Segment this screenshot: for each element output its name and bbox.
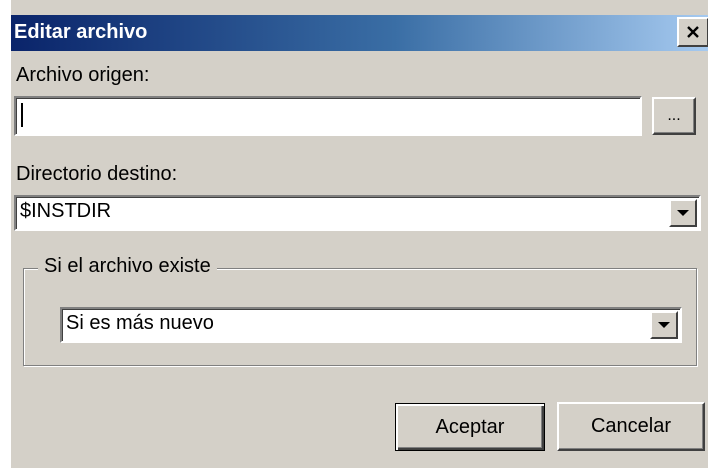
close-icon: [687, 26, 699, 38]
accept-button-label: Aceptar: [435, 415, 505, 438]
if-exists-select[interactable]: Si es más nuevo: [60, 307, 682, 343]
if-exists-dropdown-button[interactable]: [650, 311, 678, 339]
browse-button[interactable]: ...: [652, 97, 696, 135]
dest-dir-dropdown-button[interactable]: [669, 199, 697, 227]
edit-file-dialog: Editar archivo Archivo origen: ... Direc…: [10, 0, 708, 468]
dest-dir-value: $INSTDIR: [20, 200, 112, 222]
cancel-button-label: Cancelar: [590, 415, 672, 437]
if-exists-value: Si es más nuevo: [66, 312, 214, 334]
text-caret: [21, 103, 23, 127]
dest-dir-combobox[interactable]: $INSTDIR: [14, 195, 701, 231]
title-bar: Editar archivo: [11, 15, 708, 51]
dialog-title: Editar archivo: [14, 21, 148, 43]
close-button[interactable]: [677, 17, 708, 47]
if-exists-group-label: Si el archivo existe: [38, 255, 217, 278]
source-file-label: Archivo origen:: [16, 64, 150, 86]
if-exists-group: Si el archivo existe Si es más nuevo: [23, 255, 697, 366]
chevron-down-icon: [658, 322, 670, 328]
dest-dir-label: Directorio destino:: [16, 163, 178, 185]
source-file-input[interactable]: [14, 96, 642, 136]
browse-button-label: ...: [667, 107, 681, 124]
accept-button[interactable]: Aceptar: [395, 403, 545, 451]
cancel-button[interactable]: Cancelar: [557, 402, 705, 451]
chevron-down-icon: [677, 210, 689, 216]
